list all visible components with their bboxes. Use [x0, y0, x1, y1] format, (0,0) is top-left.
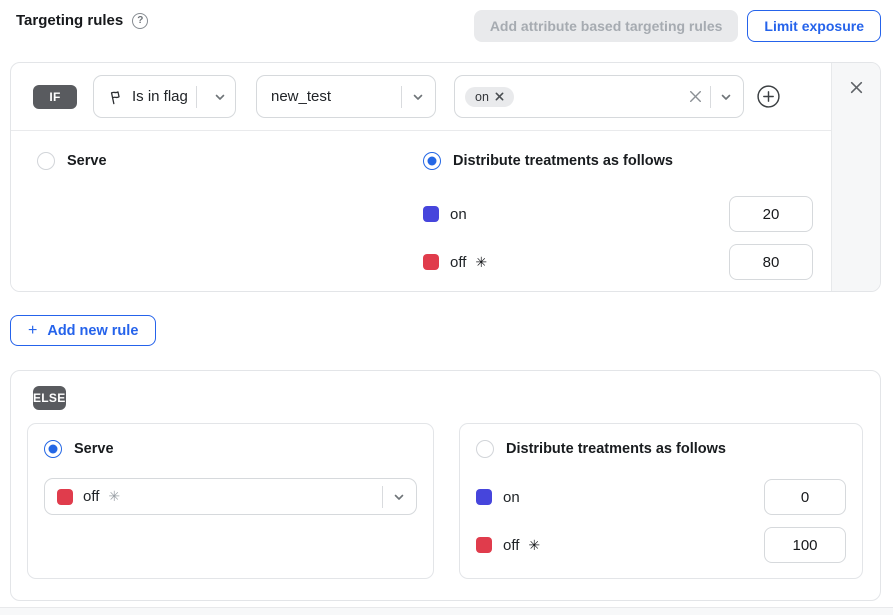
treatment-name: off — [83, 488, 99, 505]
chevron-down-icon — [411, 90, 425, 104]
treatment-name: on — [503, 489, 520, 506]
if-badge: IF — [33, 85, 77, 109]
else-distribute-radio[interactable] — [476, 440, 494, 458]
treatment-multiselect[interactable]: on — [454, 75, 744, 118]
if-rule-card: IF Is in flag new_test — [10, 62, 881, 292]
treatment-row-off: off ✳ — [423, 244, 813, 280]
else-treatment-on-percent-input[interactable] — [764, 479, 846, 515]
treatment-name: on — [450, 206, 467, 223]
clear-icon[interactable] — [688, 89, 710, 104]
divider — [401, 86, 402, 108]
if-serve-section: Serve Distribute treatments as follows o… — [11, 131, 831, 291]
serve-radio[interactable] — [37, 152, 55, 170]
divider — [710, 86, 711, 108]
header: Targeting rules ? Add attribute based ta… — [0, 0, 893, 42]
tag-remove-icon[interactable] — [495, 92, 504, 101]
treatment-name: off — [503, 537, 519, 554]
add-new-rule-label: Add new rule — [47, 323, 138, 339]
rule-side-column — [831, 63, 880, 291]
treatment-row-on: on — [423, 196, 813, 232]
else-rule-card: ELSE Serve off ✳ — [10, 370, 881, 601]
default-treatment-icon: ✳ — [528, 537, 540, 554]
matcher-select[interactable]: Is in flag — [93, 75, 236, 118]
distribute-option-column: Distribute treatments as follows on off … — [423, 152, 831, 291]
treatment-row-on: on — [476, 479, 846, 515]
treatment-off-swatch — [57, 489, 73, 505]
if-condition-row: IF Is in flag new_test — [11, 63, 831, 131]
else-distribute-label[interactable]: Distribute treatments as follows — [506, 441, 726, 457]
add-attribute-rules-button[interactable]: Add attribute based targeting rules — [474, 10, 739, 42]
close-icon — [849, 80, 864, 95]
else-serve-label[interactable]: Serve — [74, 441, 114, 457]
else-serve-radio[interactable] — [44, 440, 62, 458]
delete-rule-button[interactable] — [847, 78, 866, 97]
treatment-tag: on — [465, 87, 514, 107]
header-buttons: Add attribute based targeting rules Limi… — [474, 10, 881, 42]
add-condition-button[interactable] — [755, 84, 781, 110]
chevron-down-icon — [392, 490, 406, 504]
plus-circle-icon — [756, 84, 781, 109]
limit-exposure-button[interactable]: Limit exposure — [747, 10, 881, 42]
serve-option-column: Serve — [11, 152, 423, 291]
divider — [196, 86, 197, 108]
serve-label[interactable]: Serve — [67, 153, 107, 169]
default-treatment-icon: ✳ — [108, 488, 120, 505]
else-treatment-off-percent-input[interactable] — [764, 527, 846, 563]
plus-icon: + — [28, 323, 37, 339]
treatment-on-swatch — [476, 489, 492, 505]
treatment-off-percent-input[interactable] — [729, 244, 813, 280]
else-serve-card: Serve off ✳ — [27, 423, 434, 579]
treatment-name: off — [450, 254, 466, 271]
add-new-rule-button[interactable]: + Add new rule — [10, 315, 156, 346]
chevron-down-icon — [213, 90, 227, 104]
flag-select-value: new_test — [271, 88, 331, 105]
flag-select[interactable]: new_test — [256, 75, 436, 118]
treatment-off-swatch — [476, 537, 492, 553]
help-icon[interactable]: ? — [132, 13, 148, 29]
targeting-rules-screen: Targeting rules ? Add attribute based ta… — [0, 0, 893, 615]
treatment-row-off: off ✳ — [476, 527, 846, 563]
else-badge: ELSE — [33, 386, 66, 410]
page-title: Targeting rules — [16, 12, 123, 29]
title-wrap: Targeting rules ? — [16, 10, 148, 29]
distribute-radio[interactable] — [423, 152, 441, 170]
else-distribute-card: Distribute treatments as follows on off … — [459, 423, 863, 579]
next-section-divider — [0, 607, 893, 615]
treatment-on-swatch — [423, 206, 439, 222]
treatment-off-swatch — [423, 254, 439, 270]
else-serve-treatment-select[interactable]: off ✳ — [44, 478, 417, 515]
else-options-grid: Serve off ✳ Distribute treatments as fol… — [27, 423, 863, 579]
distribute-label[interactable]: Distribute treatments as follows — [453, 153, 673, 169]
chevron-down-icon — [719, 90, 733, 104]
divider — [382, 486, 383, 508]
if-rule-main: IF Is in flag new_test — [11, 63, 831, 291]
treatment-on-percent-input[interactable] — [729, 196, 813, 232]
flag-icon — [107, 87, 126, 106]
matcher-select-value: Is in flag — [132, 88, 188, 105]
treatment-tag-label: on — [475, 90, 489, 104]
default-treatment-icon: ✳ — [475, 254, 487, 271]
